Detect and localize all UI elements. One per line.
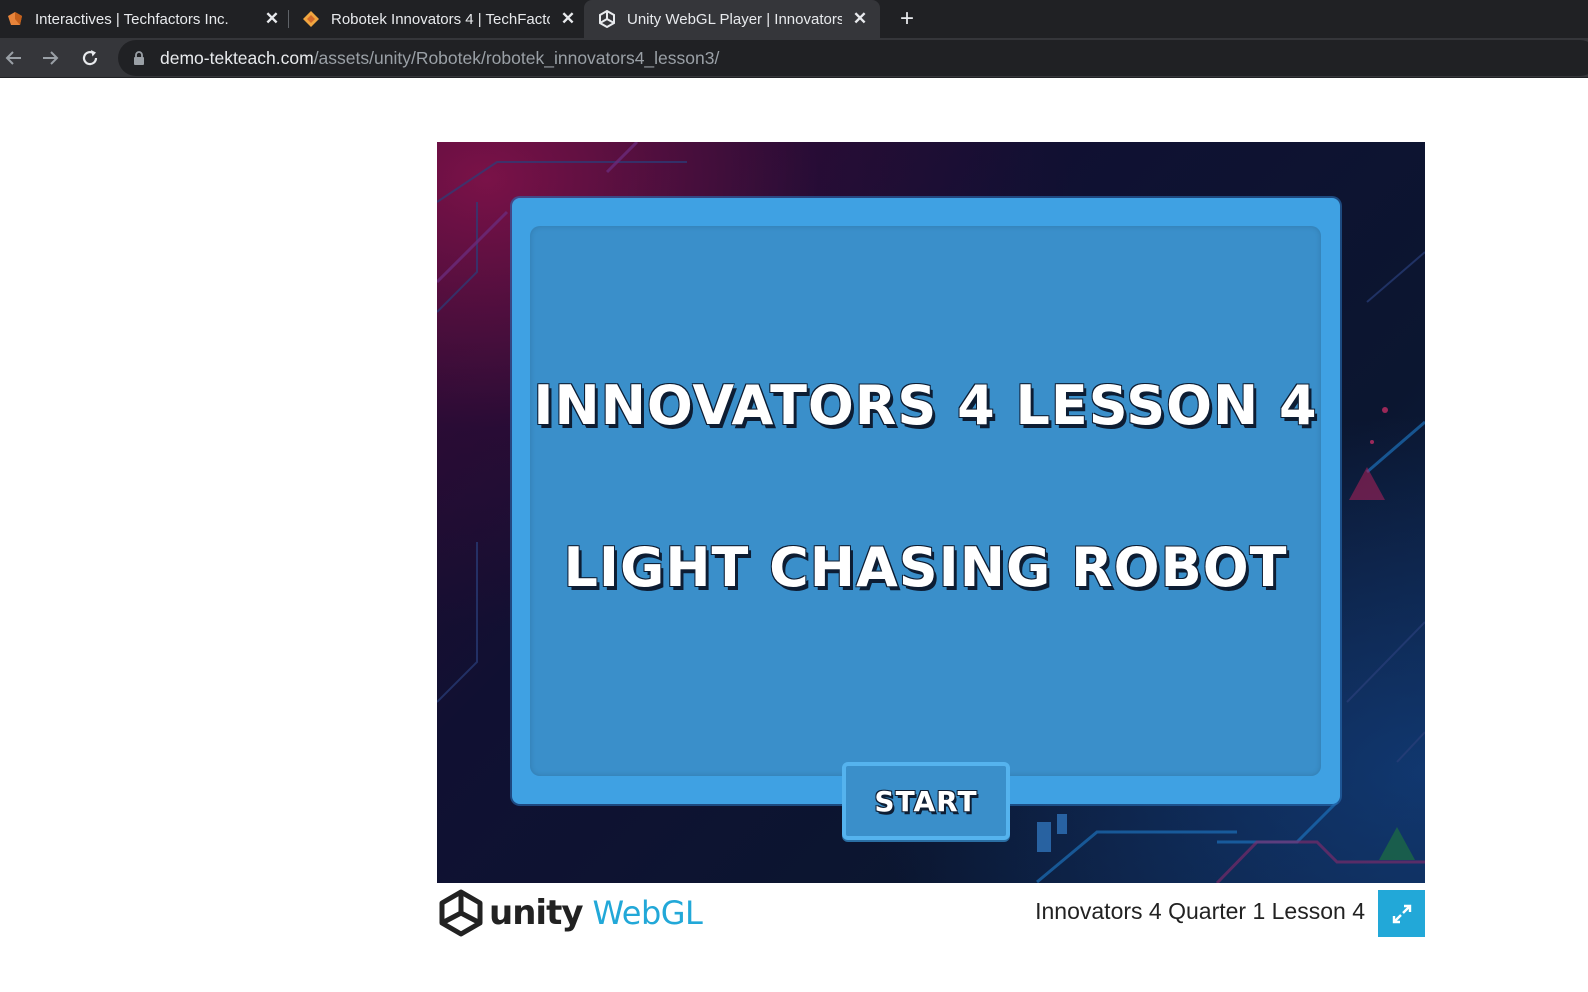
back-button[interactable] [0, 43, 28, 73]
techfactors-logo-icon [6, 10, 24, 28]
unity-cube-icon [439, 889, 483, 937]
unity-footer: unity WebGL Innovators 4 Quarter 1 Lesso… [437, 885, 1425, 941]
forward-button[interactable] [36, 43, 64, 73]
new-tab-button[interactable]: + [894, 0, 920, 38]
warning-triangle-icon [1379, 827, 1415, 860]
forward-arrow-icon [43, 51, 59, 65]
unity-logo-icon [598, 10, 616, 28]
player-title: Innovators 4 Quarter 1 Lesson 4 [1035, 898, 1365, 924]
tab-robotek[interactable]: Robotek Innovators 4 | TechFactors ✕ [302, 0, 578, 38]
tab-title: Interactives | Techfactors Inc. [35, 10, 229, 28]
url-host: demo-tekteach.com [160, 47, 314, 68]
lesson-subtitle: LIGHT CHASING ROBOT [563, 536, 1288, 599]
close-tab-icon[interactable]: ✕ [850, 9, 870, 29]
url-path: /assets/unity/Robotek/robotek_innovators… [313, 47, 720, 68]
browser-tab-bar: Interactives | Techfactors Inc. ✕ Robote… [0, 0, 1588, 38]
reload-icon [82, 50, 98, 66]
reload-button[interactable] [76, 43, 104, 73]
unity-webgl-logo: unity WebGL [437, 889, 703, 937]
tab-title: Unity WebGL Player | Innovators 4 [627, 10, 842, 28]
unity-game-canvas[interactable]: INNOVATORS 4 LESSON 4 LIGHT CHASING ROBO… [437, 142, 1425, 883]
tab-title: Robotek Innovators 4 | TechFactors [331, 10, 550, 28]
browser-toolbar: demo-tekteach.com/assets/unity/Robotek/r… [0, 38, 1588, 78]
address-bar[interactable]: demo-tekteach.com/assets/unity/Robotek/r… [118, 40, 1588, 76]
logo-webgl-text: WebGL [592, 894, 703, 932]
tab-interactives[interactable]: Interactives | Techfactors Inc. ✕ [6, 0, 282, 38]
logo-unity-text: unity [489, 893, 583, 933]
lock-icon [132, 50, 146, 66]
fullscreen-icon [1392, 904, 1411, 923]
close-tab-icon[interactable]: ✕ [262, 9, 282, 29]
robotek-diamond-icon [302, 10, 320, 28]
tab-separator [288, 10, 289, 28]
back-arrow-icon [5, 51, 21, 65]
title-panel-inner: INNOVATORS 4 LESSON 4 LIGHT CHASING ROBO… [530, 226, 1321, 776]
warning-triangle-icon [1349, 467, 1385, 500]
title-panel: INNOVATORS 4 LESSON 4 LIGHT CHASING ROBO… [512, 198, 1340, 804]
lesson-heading: INNOVATORS 4 LESSON 4 [533, 374, 1318, 437]
start-button[interactable]: START [842, 762, 1010, 840]
tab-unity-webgl-player[interactable]: Unity WebGL Player | Innovators 4 ✕ [584, 0, 880, 38]
fullscreen-button[interactable] [1378, 890, 1425, 937]
close-tab-icon[interactable]: ✕ [558, 9, 578, 29]
